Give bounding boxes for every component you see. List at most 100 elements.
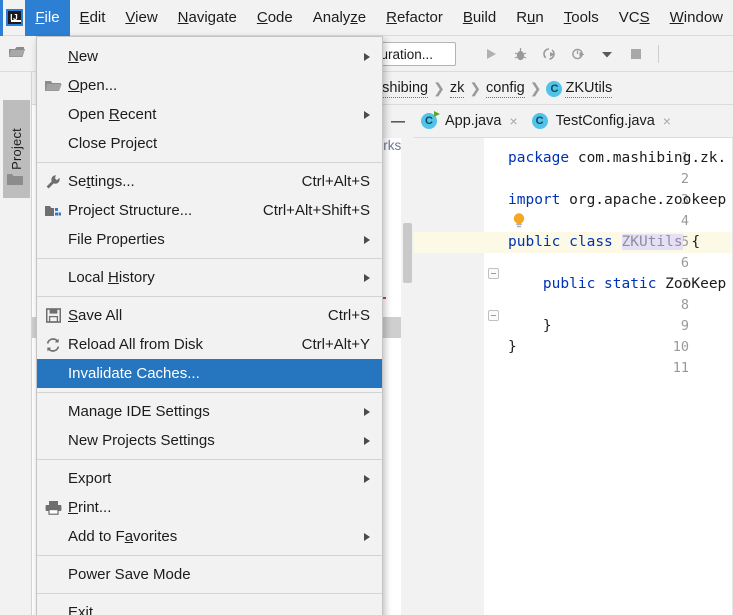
code-editor[interactable]: 1 2 3 4 5 6 7 8 9 10 11 package com.mashibing.zk. i… bbox=[414, 138, 733, 615]
project-tree-scrollbar[interactable] bbox=[401, 138, 414, 615]
close-icon[interactable]: × bbox=[663, 113, 671, 129]
reload-icon bbox=[44, 337, 62, 353]
open-folder-icon[interactable] bbox=[8, 45, 26, 61]
menu-item-print[interactable]: Print... bbox=[37, 493, 382, 522]
editor-tab-label: App.java bbox=[445, 113, 502, 129]
menu-item-exit[interactable]: Exit bbox=[37, 598, 382, 615]
menu-item-label: Open Recent bbox=[68, 106, 157, 123]
dropdown-arrow-icon[interactable] bbox=[594, 42, 620, 66]
code-fold-marker[interactable] bbox=[488, 268, 499, 279]
menu-item-reload-all-from-disk[interactable]: Reload All from Disk Ctrl+Alt+Y bbox=[37, 330, 382, 359]
profile-icon[interactable] bbox=[565, 42, 591, 66]
menu-item-open-recent[interactable]: Open Recent bbox=[37, 100, 382, 129]
code-line[interactable]: public static ZooKeep bbox=[508, 274, 726, 295]
submenu-arrow-icon bbox=[364, 273, 370, 282]
menu-item-open[interactable]: Open... bbox=[37, 71, 382, 100]
menu-bar: IJ File Edit View Navigate Code Analyze Refact… bbox=[0, 0, 733, 36]
menu-item-label: Settings... bbox=[68, 173, 135, 190]
stop-icon[interactable] bbox=[623, 42, 649, 66]
class-icon: C bbox=[546, 80, 563, 97]
java-class-runnable-icon: C bbox=[421, 111, 440, 129]
submenu-arrow-icon bbox=[364, 110, 370, 119]
menu-item-manage-ide-settings[interactable]: Manage IDE Settings bbox=[37, 397, 382, 426]
toolbar-divider bbox=[658, 45, 659, 63]
breadcrumb: nashibing ❯ zk ❯ config ❯ C ZKUtils bbox=[366, 72, 613, 105]
breadcrumb-item-config[interactable]: config bbox=[486, 80, 525, 98]
menu-bar-items: File Edit View Navigate Code Analyze Refactor B… bbox=[25, 0, 733, 36]
menu-file[interactable]: File bbox=[25, 0, 70, 36]
menu-item-label: File Properties bbox=[68, 231, 165, 248]
menu-item-close-project[interactable]: Close Project bbox=[37, 129, 382, 158]
breadcrumb-item-label: config bbox=[486, 79, 525, 98]
breadcrumb-separator: ❯ bbox=[433, 80, 445, 96]
menu-item-label: Close Project bbox=[68, 135, 158, 152]
code-line[interactable]: package com.mashibing.zk. bbox=[508, 148, 726, 169]
menu-view[interactable]: View bbox=[115, 0, 167, 36]
menu-run[interactable]: Run bbox=[506, 0, 554, 36]
breadcrumb-item-label: zk bbox=[449, 79, 465, 98]
menu-item-save-all[interactable]: Save All Ctrl+S bbox=[37, 301, 382, 330]
run-with-coverage-icon[interactable] bbox=[536, 42, 562, 66]
editor-tab-app-java[interactable]: C App.java × bbox=[414, 105, 525, 138]
menu-item-power-save-mode[interactable]: Power Save Mode bbox=[37, 560, 382, 589]
menu-item-label: New Projects Settings bbox=[68, 432, 215, 449]
menu-item-label: Local History bbox=[68, 269, 155, 286]
menu-item-export[interactable]: Export bbox=[37, 464, 382, 493]
submenu-arrow-icon bbox=[364, 235, 370, 244]
scrollbar-thumb[interactable] bbox=[403, 223, 412, 283]
code-line[interactable]: } bbox=[508, 316, 552, 337]
code-line[interactable]: import org.apache.zookeep bbox=[508, 190, 726, 211]
menu-edit[interactable]: Edit bbox=[70, 0, 116, 36]
menu-item-new-projects-settings[interactable]: New Projects Settings bbox=[37, 426, 382, 455]
hide-tool-window-icon[interactable] bbox=[382, 105, 414, 138]
menu-separator bbox=[37, 296, 382, 297]
menu-item-local-history[interactable]: Local History bbox=[37, 263, 382, 292]
menu-item-label: Reload All from Disk bbox=[68, 336, 204, 353]
line-number: 4 bbox=[680, 213, 689, 229]
intellij-idea-window: IJ File Edit View Navigate Code Analyze Refact… bbox=[0, 0, 733, 615]
menu-analyze[interactable]: Analyze bbox=[303, 0, 376, 36]
gutter-current-line bbox=[414, 232, 484, 253]
menu-refactor[interactable]: Refactor bbox=[376, 0, 453, 36]
menu-item-add-to-favorites[interactable]: Add to Favorites bbox=[37, 522, 382, 551]
submenu-arrow-icon bbox=[364, 532, 370, 541]
menu-item-label: Add to Favorites bbox=[68, 528, 178, 545]
menu-item-shortcut: Ctrl+Alt+Y bbox=[301, 336, 370, 353]
debug-icon[interactable] bbox=[507, 42, 533, 66]
run-icon[interactable] bbox=[478, 42, 504, 66]
breadcrumb-item-zkutils[interactable]: C ZKUtils bbox=[546, 79, 613, 98]
menu-item-label: Export bbox=[68, 470, 112, 487]
close-icon[interactable]: × bbox=[509, 113, 517, 129]
menu-separator bbox=[37, 392, 382, 393]
menu-item-invalidate-caches[interactable]: Invalidate Caches... bbox=[37, 359, 382, 388]
code-line[interactable]: } bbox=[508, 337, 517, 358]
editor-tab-testconfig-java[interactable]: C TestConfig.java × bbox=[525, 105, 678, 138]
menu-item-file-properties[interactable]: File Properties bbox=[37, 225, 382, 254]
menu-item-project-structure[interactable]: Project Structure... Ctrl+Alt+Shift+S bbox=[37, 196, 382, 225]
menu-separator bbox=[37, 258, 382, 259]
submenu-arrow-icon bbox=[364, 474, 370, 483]
line-number: 8 bbox=[680, 297, 689, 313]
menu-item-settings[interactable]: Settings... Ctrl+Alt+S bbox=[37, 167, 382, 196]
menu-item-label: Save All bbox=[68, 307, 123, 324]
menu-vcs[interactable]: VCS bbox=[609, 0, 660, 36]
app-logo: IJ bbox=[0, 0, 25, 36]
code-line[interactable]: public class ZKUtils { bbox=[508, 232, 700, 253]
menu-item-label: Open... bbox=[68, 77, 118, 94]
code-fold-marker[interactable] bbox=[488, 310, 499, 321]
menu-navigate[interactable]: Navigate bbox=[168, 0, 247, 36]
lightbulb-icon[interactable] bbox=[512, 212, 526, 229]
printer-icon bbox=[44, 500, 62, 516]
menu-item-new[interactable]: New bbox=[37, 42, 382, 71]
menu-window[interactable]: Window bbox=[660, 0, 733, 36]
file-menu-dropdown[interactable]: New Open... Open Recent Close Project Settin… bbox=[36, 36, 383, 615]
project-folder-icon bbox=[7, 172, 23, 186]
editor-gutter[interactable] bbox=[414, 138, 484, 615]
breadcrumb-item-label: ZKUtils bbox=[565, 79, 613, 98]
submenu-arrow-icon bbox=[364, 407, 370, 416]
menu-code[interactable]: Code bbox=[247, 0, 303, 36]
breadcrumb-item-zk[interactable]: zk bbox=[449, 79, 465, 98]
menu-tools[interactable]: Tools bbox=[554, 0, 609, 36]
menu-separator bbox=[37, 162, 382, 163]
menu-build[interactable]: Build bbox=[453, 0, 506, 36]
